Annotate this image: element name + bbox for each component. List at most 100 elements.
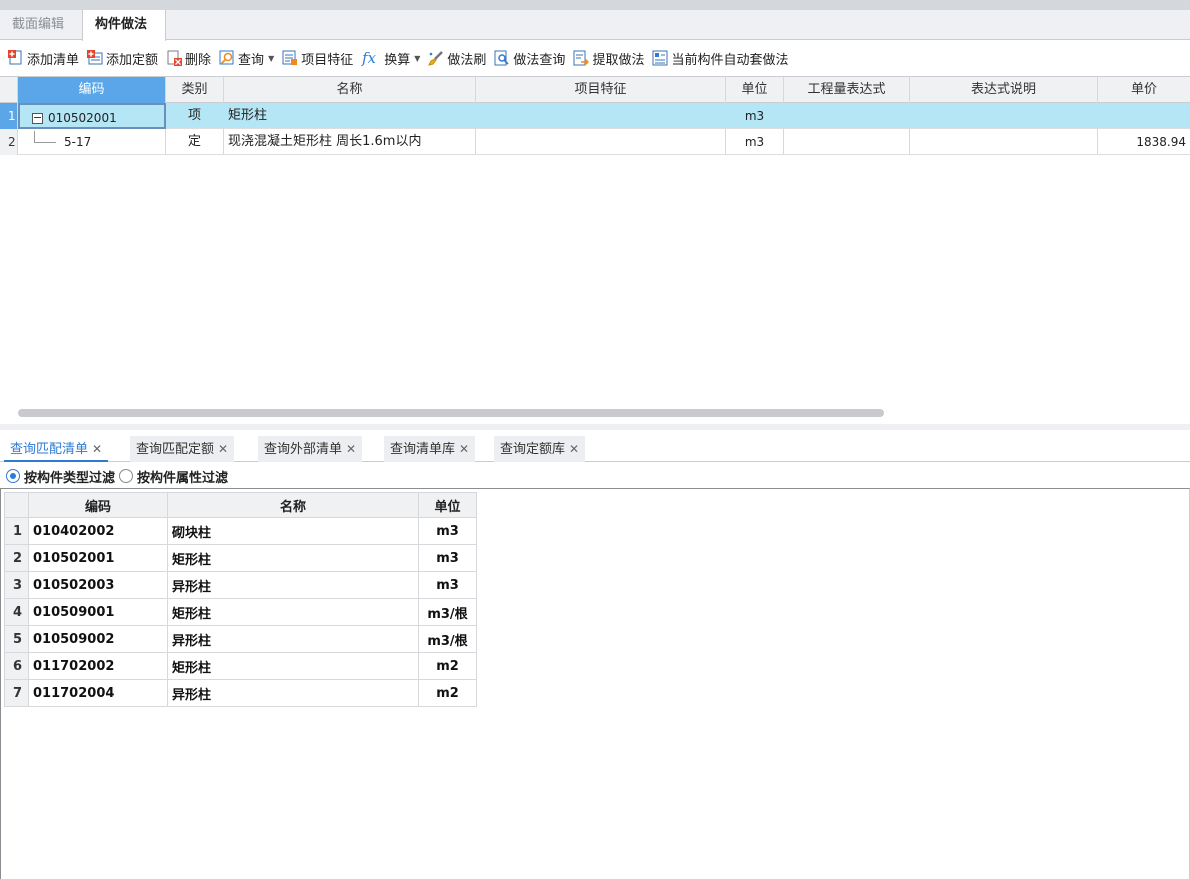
code-cell[interactable]: 010509002 [28, 625, 168, 653]
close-icon[interactable]: ✕ [346, 442, 356, 456]
code-cell[interactable]: 5-17 [18, 129, 166, 155]
auto-apply-method-button[interactable]: 当前构件自动套做法 [652, 46, 788, 70]
code-cell[interactable]: 010502001 [28, 544, 168, 572]
chevron-down-icon[interactable]: ▼ [414, 54, 420, 63]
unit-cell[interactable]: m3/根 [418, 625, 477, 653]
extract-method-button[interactable]: 提取做法 [573, 46, 644, 70]
add-list-button[interactable]: 添加清单 [8, 46, 79, 70]
feature-cell[interactable] [476, 129, 726, 155]
name-cell[interactable]: 矩形柱 [167, 544, 419, 572]
row-number: 2 [0, 129, 18, 155]
col-price[interactable]: 单价 [1098, 77, 1190, 103]
toolbar: 添加清单 添加定额 删除 查询▼ 项目特征 fx 换算▼ 做法刷 做法查询 [0, 44, 1190, 72]
horizontal-scrollbar[interactable] [18, 409, 884, 417]
price-cell[interactable]: 1838.94 [1098, 129, 1190, 155]
name-cell[interactable]: 异形柱 [167, 625, 419, 653]
method-brush-button[interactable]: 做法刷 [428, 46, 486, 70]
tab-query-external-list[interactable]: 查询外部清单 ✕ [258, 436, 363, 462]
table-row[interactable]: 1 010402002 砌块柱 m3 [4, 517, 477, 545]
feature-cell[interactable] [476, 103, 726, 129]
close-icon[interactable]: ✕ [218, 442, 228, 456]
collapse-icon[interactable]: − [32, 112, 43, 124]
tab-component-method[interactable]: 构件做法 [82, 10, 166, 41]
radio-icon[interactable] [6, 469, 20, 483]
col-name[interactable]: 名称 [167, 492, 419, 518]
type-cell[interactable]: 项 [166, 103, 224, 129]
code-cell[interactable]: 010509001 [28, 598, 168, 626]
top-tab-strip: 截面编辑 构件做法 [0, 10, 1190, 41]
unit-cell[interactable]: m3 [418, 517, 477, 545]
col-feature[interactable]: 项目特征 [476, 77, 726, 103]
add-quota-button[interactable]: 添加定额 [87, 46, 158, 70]
close-icon[interactable]: ✕ [459, 442, 469, 456]
delete-button[interactable]: 删除 [166, 46, 211, 70]
col-unit[interactable]: 单位 [418, 492, 477, 518]
tab-section-edit[interactable]: 截面编辑 [0, 10, 82, 40]
unit-cell[interactable]: m3 [726, 103, 784, 129]
unit-cell[interactable]: m3 [726, 129, 784, 155]
expression-note-cell[interactable] [910, 129, 1098, 155]
query-button[interactable]: 查询 ▼ [219, 46, 274, 70]
unit-cell[interactable]: m2 [418, 679, 477, 707]
row-number: 7 [4, 679, 29, 707]
col-code[interactable]: 编码 [18, 77, 166, 103]
name-cell[interactable]: 砌块柱 [167, 517, 419, 545]
code-cell[interactable]: 010402002 [28, 517, 168, 545]
table-row[interactable]: 6 011702002 矩形柱 m2 [4, 652, 477, 680]
code-cell[interactable]: 011702004 [28, 679, 168, 707]
corner-cell [0, 77, 18, 103]
name-cell[interactable]: 异形柱 [167, 679, 419, 707]
expression-cell[interactable] [784, 103, 910, 129]
col-type[interactable]: 类别 [166, 77, 224, 103]
code-cell[interactable]: 010502003 [28, 571, 168, 599]
col-name[interactable]: 名称 [224, 77, 476, 103]
list-grid-header: 编码 名称 单位 [4, 492, 477, 518]
unit-cell[interactable]: m3 [418, 544, 477, 572]
tab-query-match-list[interactable]: 查询匹配清单 ✕ [4, 436, 109, 462]
filter-by-type-radio[interactable]: 按构件类型过滤 [6, 467, 115, 486]
tab-query-quota-library[interactable]: 查询定额库 ✕ [494, 436, 586, 462]
tab-query-list-library[interactable]: 查询清单库 ✕ [384, 436, 476, 462]
code-cell[interactable]: −010502001 [18, 103, 166, 129]
tab-query-match-quota[interactable]: 查询匹配定额 ✕ [130, 436, 235, 462]
code-cell[interactable]: 011702002 [28, 652, 168, 680]
filter-options: 按构件类型过滤 按构件属性过滤 [6, 466, 232, 486]
type-cell[interactable]: 定 [166, 129, 224, 155]
expression-cell[interactable] [784, 129, 910, 155]
item-feature-button[interactable]: 项目特征 [282, 46, 353, 70]
search-icon [219, 50, 235, 66]
name-cell[interactable]: 矩形柱 [167, 598, 419, 626]
name-cell[interactable]: 异形柱 [167, 571, 419, 599]
bottom-tab-strip: 查询匹配清单 ✕ 查询匹配定额 ✕ 查询外部清单 ✕ 查询清单库 ✕ 查询定额库 ✕ [0, 432, 1190, 462]
col-unit[interactable]: 单位 [726, 77, 784, 103]
filter-by-property-radio[interactable]: 按构件属性过滤 [119, 467, 228, 486]
name-cell[interactable]: 现浇混凝土矩形柱 周长1.6m以内 [224, 129, 476, 155]
table-row[interactable]: 3 010502003 异形柱 m3 [4, 571, 477, 599]
table-row[interactable]: 5 010509002 异形柱 m3/根 [4, 625, 477, 653]
expression-note-cell[interactable] [910, 103, 1098, 129]
col-expression[interactable]: 工程量表达式 [784, 77, 910, 103]
method-query-button[interactable]: 做法查询 [494, 46, 565, 70]
name-cell[interactable]: 矩形柱 [167, 652, 419, 680]
table-row[interactable]: 2 5-17 定 现浇混凝土矩形柱 周长1.6m以内 m3 1838.94 [0, 129, 1190, 155]
radio-icon[interactable] [119, 469, 134, 483]
unit-cell[interactable]: m3/根 [418, 598, 477, 626]
table-row[interactable]: 2 010502001 矩形柱 m3 [4, 544, 477, 572]
close-icon[interactable]: ✕ [569, 442, 579, 456]
close-icon[interactable]: ✕ [92, 442, 102, 456]
unit-cell[interactable]: m3 [418, 571, 477, 599]
table-row[interactable]: 1 −010502001 项 矩形柱 m3 [0, 103, 1190, 129]
splitter[interactable] [0, 424, 1190, 430]
convert-button[interactable]: fx 换算 ▼ [361, 46, 420, 70]
row-number: 3 [4, 571, 29, 599]
table-row[interactable]: 7 011702004 异形柱 m2 [4, 679, 477, 707]
name-cell[interactable]: 矩形柱 [224, 103, 476, 129]
col-expression-note[interactable]: 表达式说明 [910, 77, 1098, 103]
price-cell[interactable] [1098, 103, 1190, 129]
chevron-down-icon[interactable]: ▼ [268, 54, 274, 63]
table-row[interactable]: 4 010509001 矩形柱 m3/根 [4, 598, 477, 626]
list-grid: 编码 名称 单位 1 010402002 砌块柱 m3 2 010502001 … [4, 492, 477, 707]
tree-line-icon [34, 131, 56, 143]
col-code[interactable]: 编码 [28, 492, 168, 518]
unit-cell[interactable]: m2 [418, 652, 477, 680]
